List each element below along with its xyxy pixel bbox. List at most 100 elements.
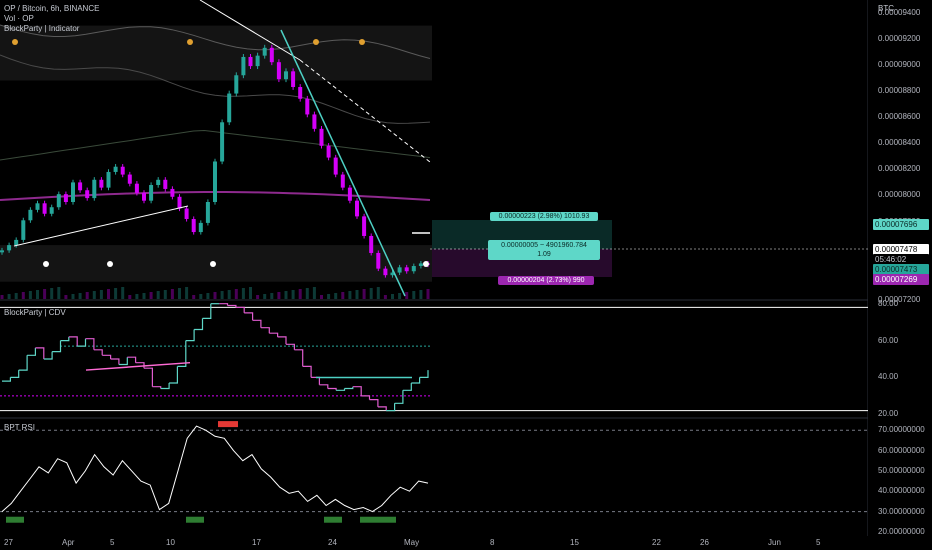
time-tick-label: 5 xyxy=(110,538,115,547)
cdv-line-segment xyxy=(377,406,387,411)
volume-bar xyxy=(234,289,238,299)
candle-body xyxy=(49,207,54,214)
volume-bar xyxy=(391,294,394,299)
cdv-line-segment xyxy=(144,367,153,387)
moving-average-line xyxy=(0,129,431,161)
price-tick-label: 0.00008200 xyxy=(878,164,921,174)
candle-body xyxy=(227,93,232,123)
rsi-oversold-marker xyxy=(324,516,342,523)
candle-body xyxy=(262,47,267,56)
volume-bar xyxy=(362,289,366,299)
candle-body xyxy=(376,252,381,269)
candle-body xyxy=(127,174,132,184)
candle-body xyxy=(35,203,40,210)
volume-bar xyxy=(355,290,359,299)
volume-bar xyxy=(14,293,18,299)
volume-bar xyxy=(21,292,25,299)
cdv-tick-label: 60.00 xyxy=(878,335,899,345)
position-info-line1: 0.00000005 ~ 4901960.784 xyxy=(501,242,587,249)
candle-body xyxy=(340,174,345,188)
price-tick-label: 0.00009200 xyxy=(878,33,921,43)
volume-bar xyxy=(36,290,39,299)
volume-bar xyxy=(99,290,103,299)
time-tick-label: 17 xyxy=(252,538,261,547)
cdv-line-segment xyxy=(102,354,112,359)
time-tick-label: 24 xyxy=(328,538,337,547)
candle-body xyxy=(14,239,19,246)
cdv-line-segment xyxy=(110,358,120,365)
volume-bar xyxy=(107,289,110,299)
volume-legend[interactable]: Vol · OP xyxy=(4,14,34,24)
volume-bar xyxy=(249,287,252,299)
volume-bar xyxy=(334,293,338,299)
volume-bar xyxy=(320,295,323,299)
volume-bar xyxy=(405,292,409,299)
price-tick-label: 0.00008000 xyxy=(878,190,921,200)
volume-bar xyxy=(256,295,260,299)
cdv-line-segment xyxy=(93,349,103,356)
cdv-line-segment xyxy=(294,349,304,367)
volume-bar xyxy=(170,289,174,299)
demand-zone xyxy=(0,245,432,282)
bear-marker-icon xyxy=(12,39,18,45)
bear-marker-icon xyxy=(359,39,365,45)
cdv-line-segment xyxy=(60,336,70,342)
rsi-pane-title[interactable]: BPT RSI xyxy=(4,423,35,432)
candle-body xyxy=(78,182,83,191)
candle-body xyxy=(21,220,26,240)
cdv-line-segment xyxy=(344,386,354,390)
stop-label[interactable]: 0.00000204 (2.73%) 990 xyxy=(498,276,594,285)
candle-body xyxy=(220,122,225,162)
candle-body xyxy=(305,98,310,115)
cdv-line-segment xyxy=(35,347,45,359)
candle-body xyxy=(106,171,111,188)
price-chart[interactable] xyxy=(0,0,868,536)
cdv-line-segment xyxy=(169,366,178,384)
candle-body xyxy=(92,179,97,199)
volume-bar xyxy=(263,294,267,299)
indicator-legend[interactable]: BlockParty | Indicator xyxy=(4,24,79,34)
cdv-pane-title[interactable]: BlockParty | CDV xyxy=(4,308,66,317)
cdv-line-segment xyxy=(361,395,371,400)
candle-body xyxy=(99,179,104,188)
volume-bar xyxy=(78,293,82,299)
rsi-tick-label: 50.00000000 xyxy=(878,465,925,475)
candle-body xyxy=(191,218,196,233)
candle-body xyxy=(383,268,388,276)
candle-body xyxy=(71,182,75,202)
volume-bar xyxy=(227,290,231,299)
candle-body xyxy=(0,250,4,253)
volume-bar xyxy=(213,292,217,299)
cdv-line-segment xyxy=(277,336,287,345)
candle-body xyxy=(113,166,118,172)
rsi-oversold-marker xyxy=(360,516,378,523)
volume-bar xyxy=(220,291,224,299)
cdv-line-segment xyxy=(252,319,262,328)
time-tick-label: 26 xyxy=(700,538,709,547)
cdv-tick-label: 40.00 xyxy=(878,372,899,382)
volume-bar xyxy=(327,294,331,299)
cdv-line-segment xyxy=(235,306,245,313)
time-tick-label: 15 xyxy=(570,538,579,547)
position-info-label[interactable]: 0.00000005 ~ 4901960.784 1.09 xyxy=(488,240,600,260)
cdv-line-segment xyxy=(402,383,412,391)
volume-bar xyxy=(192,295,196,299)
volume-bar xyxy=(7,294,11,299)
candle-body xyxy=(198,222,203,233)
volume-bar xyxy=(92,291,96,299)
time-axis[interactable]: 27 Apr 5 10 17 24 May 8 15 22 26 Jun 5 xyxy=(0,536,868,550)
rsi-oversold-marker xyxy=(186,516,204,523)
cdv-line-segment xyxy=(286,343,295,350)
price-tick-label: 0.00008800 xyxy=(878,85,921,95)
upper-target-tag: 0.00007696 xyxy=(873,219,929,230)
target-label[interactable]: 0.00000223 (2.98%) 1010.93 xyxy=(490,212,598,221)
cdv-line-segment xyxy=(27,347,36,356)
volume-bar xyxy=(43,289,47,299)
volume-bar xyxy=(241,288,245,299)
volume-bar xyxy=(383,295,387,299)
volume-bar xyxy=(128,295,132,299)
volume-bar xyxy=(121,287,125,299)
candle-body xyxy=(326,145,331,158)
volume-bar xyxy=(426,289,430,299)
candle-body xyxy=(298,87,303,99)
